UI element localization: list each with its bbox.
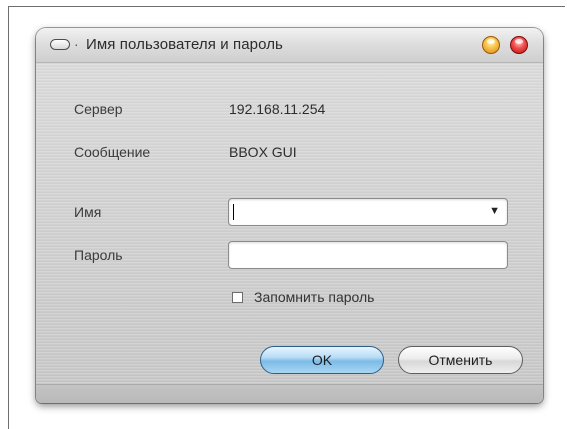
- dropdown-arrow-icon[interactable]: ▼: [489, 205, 500, 217]
- server-label: Сервер: [74, 101, 123, 117]
- server-value: 192.168.11.254: [229, 101, 326, 117]
- password-label: Пароль: [74, 247, 123, 263]
- remember-password-checkbox[interactable]: [232, 292, 243, 303]
- page: · Имя пользователя и пароль Сервер 192.1…: [0, 0, 567, 429]
- name-combobox[interactable]: ▼: [228, 198, 508, 226]
- title-separator: ·: [74, 36, 79, 52]
- minimize-button[interactable]: [482, 36, 500, 54]
- window-menu-icon[interactable]: [50, 39, 70, 50]
- window-title: Имя пользователя и пароль: [86, 36, 283, 53]
- close-button[interactable]: [510, 36, 528, 54]
- frame-border-left: [8, 6, 9, 429]
- window-bottom-edge: [36, 384, 543, 403]
- title-bar[interactable]: · Имя пользователя и пароль: [36, 28, 543, 63]
- login-dialog: · Имя пользователя и пароль Сервер 192.1…: [36, 28, 543, 403]
- ok-button[interactable]: OK: [260, 346, 384, 374]
- message-label: Сообщение: [74, 144, 151, 160]
- password-field[interactable]: [228, 241, 508, 269]
- cancel-button[interactable]: Отменить: [398, 346, 523, 374]
- name-label: Имя: [74, 204, 102, 220]
- frame-border-top: [8, 6, 565, 7]
- remember-password-label[interactable]: Запомнить пароль: [254, 289, 374, 305]
- message-value: BBOX GUI: [229, 144, 297, 160]
- text-caret: [233, 204, 234, 220]
